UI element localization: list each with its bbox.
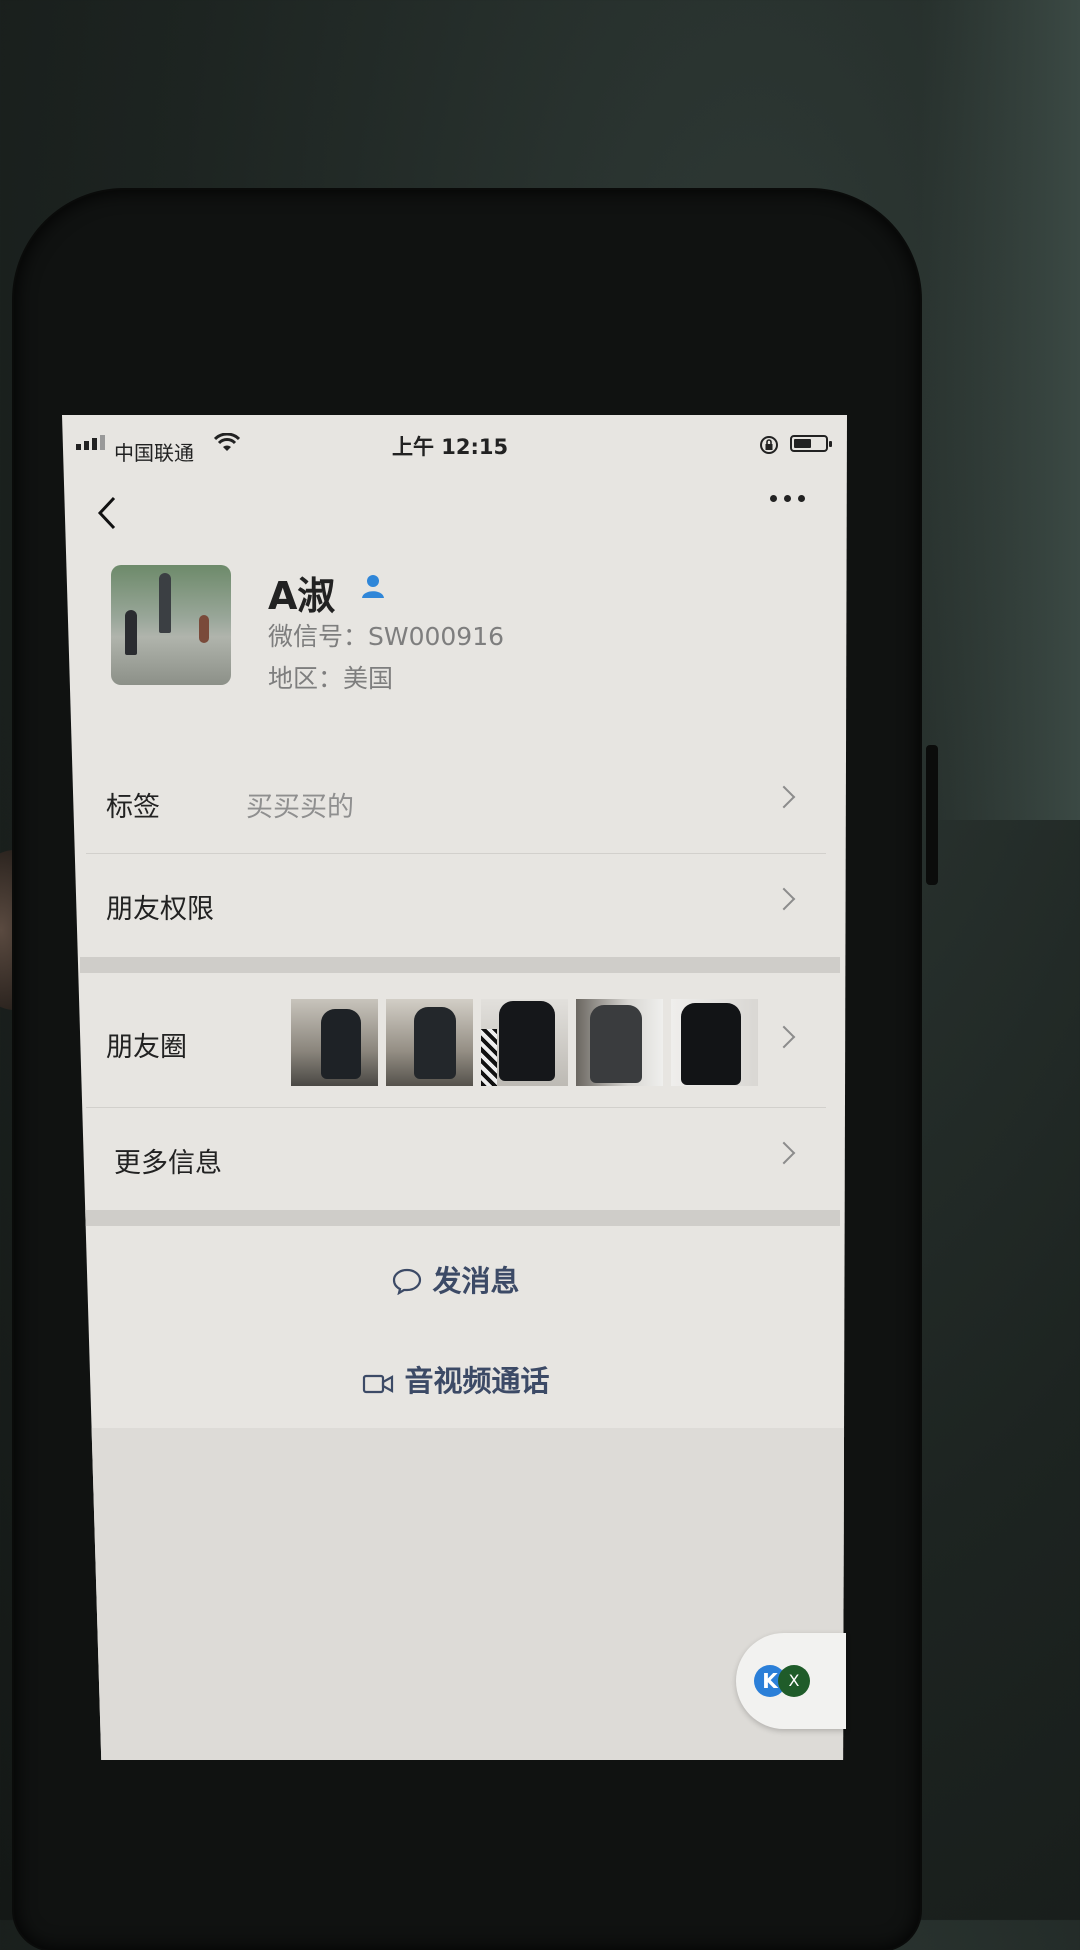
moment-photo <box>481 999 568 1086</box>
row-tags[interactable]: 标签 买买买的 <box>86 755 826 853</box>
video-call-label: 音视频通话 <box>404 1364 550 1398</box>
chevron-right-icon <box>772 1141 796 1165</box>
tags-value: 买买买的 <box>246 792 354 823</box>
row-more-info[interactable]: 更多信息 <box>86 1111 826 1209</box>
moment-photo <box>671 999 758 1086</box>
status-bar: 中国联通 上午 12:15 <box>62 415 847 465</box>
chat-bubble-icon <box>393 1268 422 1296</box>
section-gap <box>80 1210 840 1226</box>
send-message-button[interactable]: 发消息 <box>86 1228 826 1328</box>
moment-photo <box>291 999 378 1086</box>
battery-icon <box>790 435 832 452</box>
moment-photo <box>576 999 663 1086</box>
chevron-right-icon <box>772 1025 796 1049</box>
phone-screen: 中国联通 上午 12:15 A淑 微信号：SW000916 地区：美国 标签 买… <box>62 415 847 1760</box>
section-gap <box>80 957 840 973</box>
video-camera-icon <box>363 1374 394 1394</box>
nav-bar <box>62 475 847 535</box>
moments-photos <box>291 999 758 1086</box>
chevron-right-icon <box>772 785 796 809</box>
battery-fill <box>794 439 811 448</box>
profile-header: A淑 微信号：SW000916 地区：美国 <box>62 565 847 705</box>
divider <box>86 1107 826 1108</box>
wechat-id: 微信号：SW000916 <box>268 622 505 651</box>
row-friend-permissions[interactable]: 朋友权限 <box>86 857 826 955</box>
more-info-label: 更多信息 <box>114 1148 222 1179</box>
dot-icon <box>798 495 805 502</box>
empty-area <box>62 1428 847 1760</box>
moment-photo <box>386 999 473 1086</box>
chevron-right-icon <box>772 887 796 911</box>
back-button[interactable] <box>96 495 118 541</box>
carrier-name: 中国联通 <box>114 441 194 465</box>
chevron-left-icon <box>97 496 116 530</box>
permissions-label: 朋友权限 <box>106 894 214 925</box>
contact-name: A淑 <box>268 574 336 618</box>
tags-label: 标签 <box>106 792 160 823</box>
dot-icon <box>784 495 791 502</box>
send-message-label: 发消息 <box>432 1264 520 1298</box>
x-badge-icon: X <box>778 1665 810 1697</box>
moments-label: 朋友圈 <box>106 1032 187 1063</box>
phone-side-button <box>926 745 938 885</box>
clock: 上午 12:15 <box>392 435 509 459</box>
person-icon <box>362 575 384 598</box>
divider <box>86 853 826 854</box>
row-moments[interactable]: 朋友圈 <box>86 975 826 1107</box>
more-options-button[interactable] <box>770 495 805 502</box>
video-call-button[interactable]: 音视频通话 <box>86 1328 826 1428</box>
wifi-icon <box>214 433 240 451</box>
signal-icon <box>76 435 105 450</box>
floating-assistant-button[interactable]: K X <box>736 1633 846 1729</box>
avatar[interactable] <box>111 565 231 685</box>
region: 地区：美国 <box>268 664 394 693</box>
dot-icon <box>770 495 777 502</box>
rotation-lock-icon <box>760 436 778 454</box>
background-wall <box>920 0 1080 820</box>
